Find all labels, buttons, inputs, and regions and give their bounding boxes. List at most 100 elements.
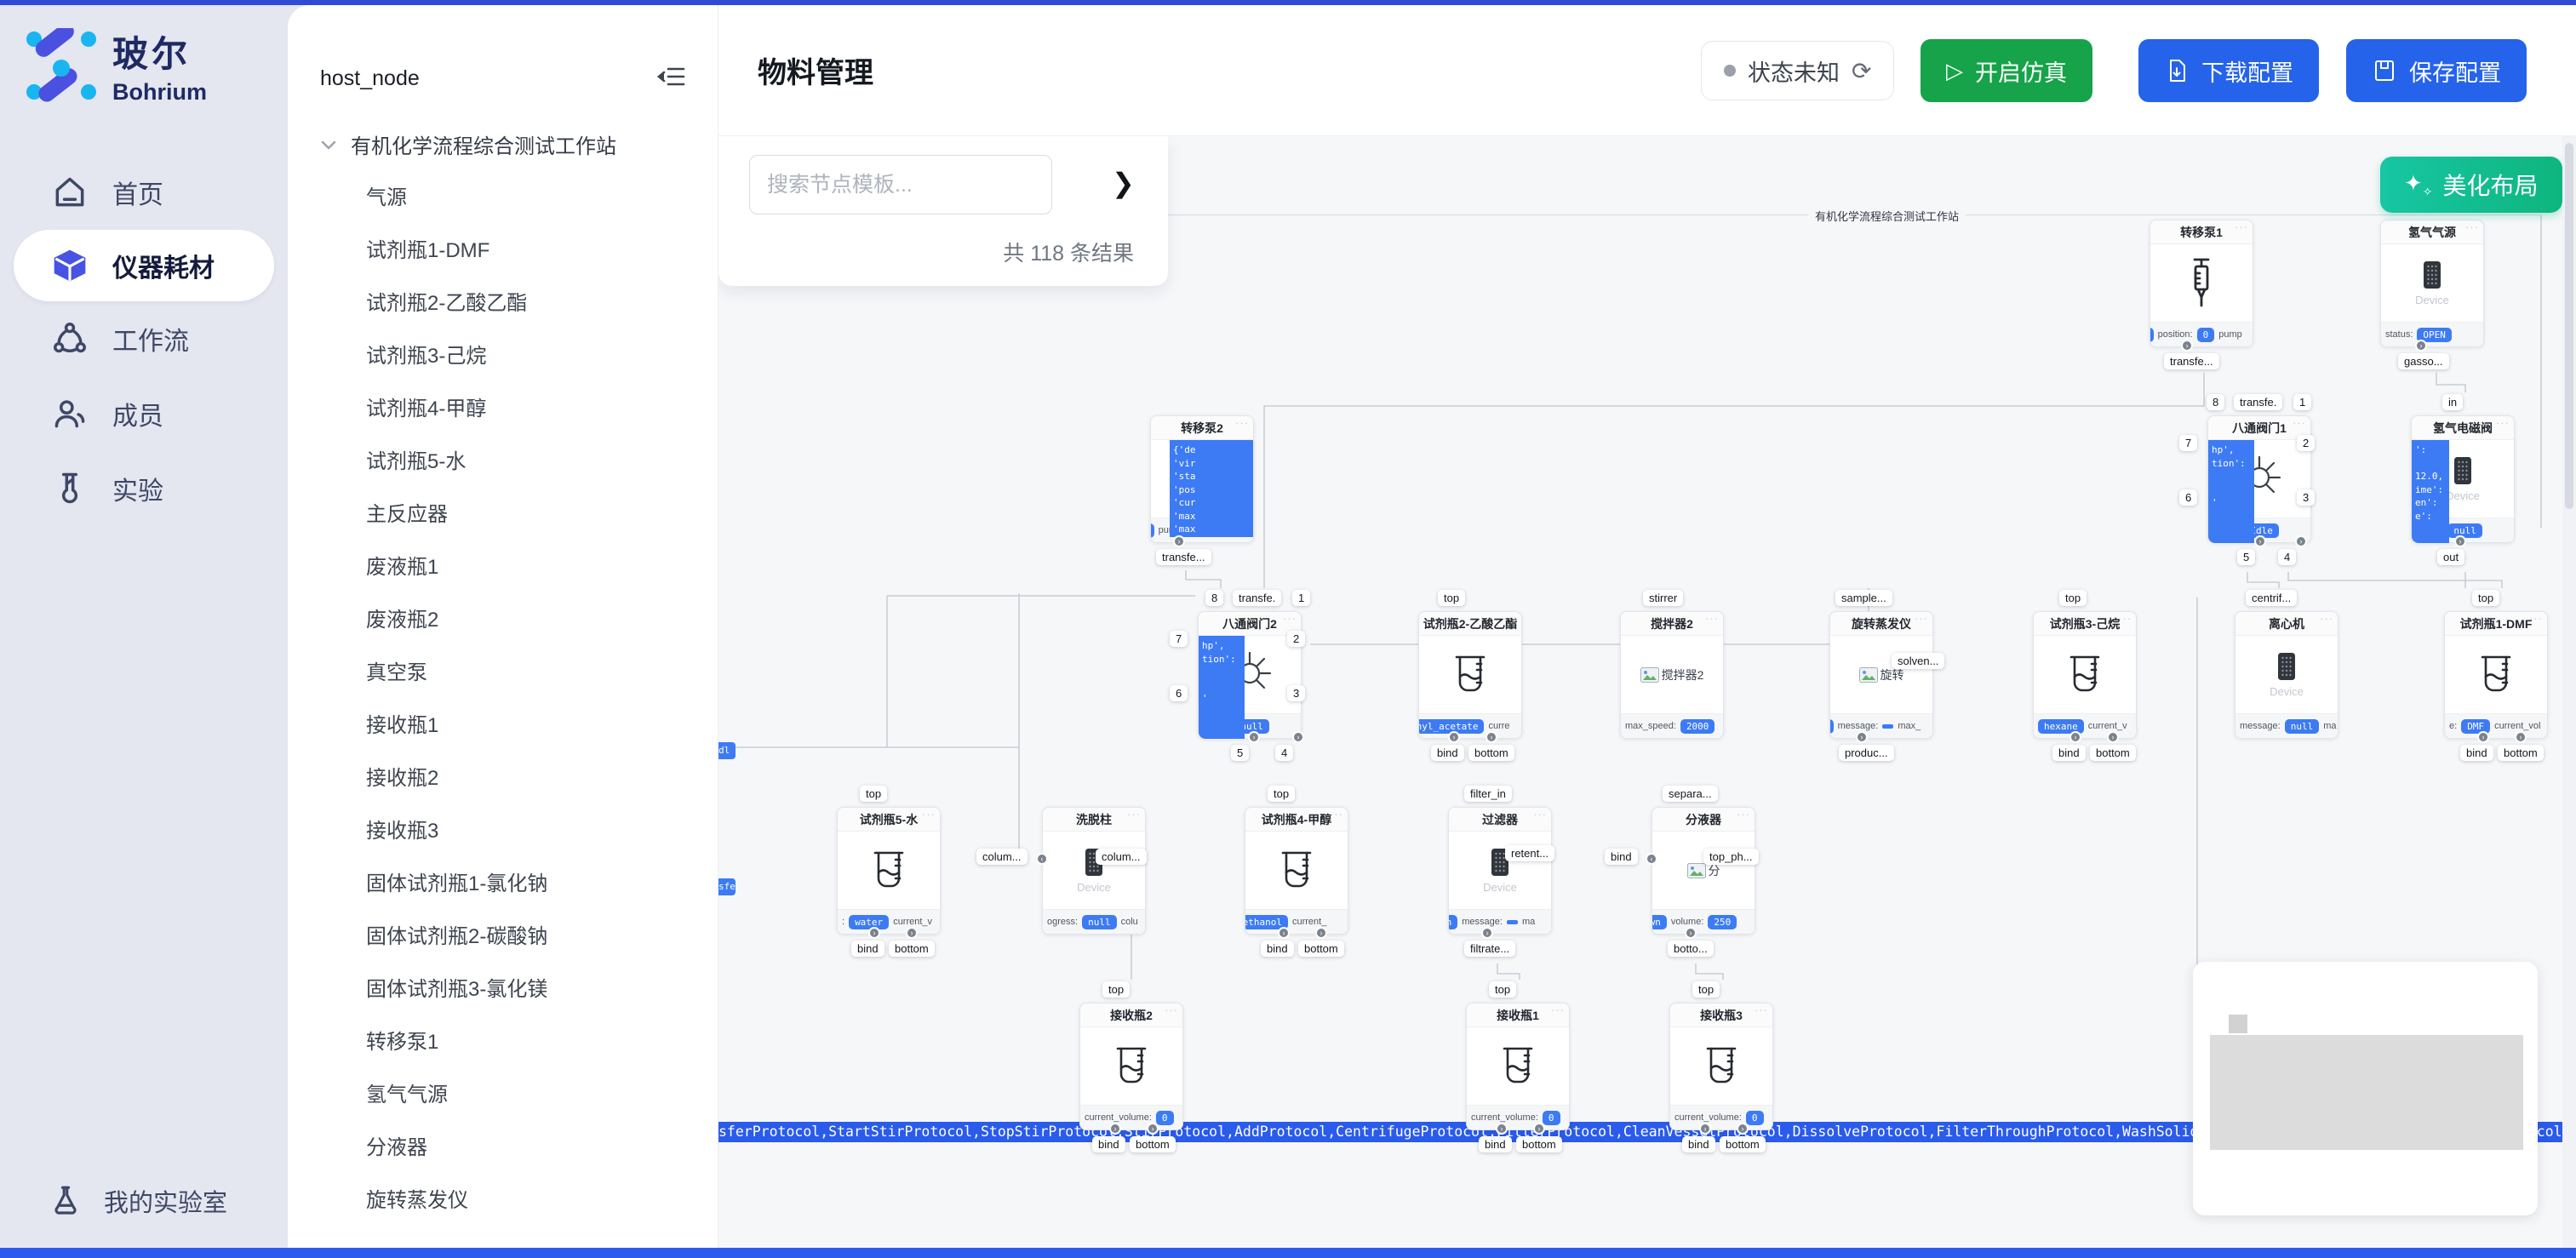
tree-item[interactable]: 氢气气源 xyxy=(366,1069,707,1122)
port-chip-botto[interactable]: botto... xyxy=(1668,941,1714,957)
node-menu-icon[interactable]: ··· xyxy=(922,808,936,821)
port-chip-separa[interactable]: separa... xyxy=(1663,786,1718,802)
tree-item[interactable]: 固体试剂瓶2-碳酸钠 xyxy=(366,911,707,964)
port-handle-icon[interactable]: › xyxy=(2295,535,2307,547)
tree-item[interactable]: 分液器 xyxy=(366,1122,707,1175)
node-header[interactable]: 转移泵1··· xyxy=(2150,220,2253,244)
port-chip-bottom[interactable]: bottom xyxy=(1130,1136,1176,1152)
port-handle-icon[interactable]: › xyxy=(1315,927,1327,939)
tree-item[interactable]: 废液瓶1 xyxy=(366,541,707,594)
port-handle-icon[interactable]: › xyxy=(906,927,918,939)
node-header[interactable]: 转移泵2··· xyxy=(1151,416,1253,440)
port-handle-icon[interactable]: › xyxy=(1278,927,1290,939)
port-chip-bind[interactable]: bind xyxy=(2460,745,2493,761)
tree-item[interactable]: 主反应器 xyxy=(366,489,707,541)
node-receiver-bottle-1[interactable]: 接收瓶1···current_volume:0topbind›bottom› xyxy=(1466,1003,1570,1130)
port-chip-5[interactable]: 5 xyxy=(1231,745,1249,761)
port-chip-bind[interactable]: bind xyxy=(1605,849,1638,865)
port-chip-bottom[interactable]: bottom xyxy=(2090,745,2136,761)
port-handle-icon[interactable]: › xyxy=(1248,731,1260,743)
port-chip-transfe[interactable]: transfe. xyxy=(2234,394,2282,410)
node-elution-column[interactable]: 洗脱柱···Deviceogress:nullcolucolum...‹colu… xyxy=(1042,807,1146,935)
port-chip-solven[interactable]: solven... xyxy=(1892,653,1944,669)
port-chip-2[interactable]: 2 xyxy=(1287,631,1305,647)
port-chip-2[interactable]: 2 xyxy=(2297,435,2315,451)
tree-item[interactable]: 真空泵 xyxy=(366,647,707,700)
node-menu-icon[interactable]: ··· xyxy=(2320,612,2333,625)
port-chip-top[interactable]: top xyxy=(2472,590,2499,606)
sidebar-item-home[interactable]: 首页 xyxy=(0,155,288,230)
port-chip-7[interactable]: 7 xyxy=(2179,435,2197,451)
tree-item[interactable]: 固体试剂瓶3-氯化镁 xyxy=(366,964,707,1016)
node-header[interactable]: 试剂瓶4-甲醇··· xyxy=(1245,808,1348,832)
port-chip-topph[interactable]: top_ph... xyxy=(1703,849,1759,865)
node-receiver-bottle-2[interactable]: 接收瓶2···current_volume:0topbind›bottom› xyxy=(1079,1003,1183,1130)
collapse-panel-icon[interactable] xyxy=(656,60,690,94)
node-header[interactable]: 旋转蒸发仪··· xyxy=(1830,612,1932,636)
port-handle-icon[interactable]: › xyxy=(2454,535,2466,547)
port-handle-icon[interactable]: › xyxy=(868,927,880,939)
port-chip-produc[interactable]: produc... xyxy=(1839,745,1894,761)
port-chip-top[interactable]: top xyxy=(2059,590,2087,606)
node-menu-icon[interactable]: ··· xyxy=(2529,612,2543,625)
port-chip-7[interactable]: 7 xyxy=(1170,631,1188,647)
node-header[interactable]: 过滤器··· xyxy=(1449,808,1551,832)
port-chip-bind[interactable]: bind xyxy=(851,941,884,957)
port-chip-1[interactable]: 1 xyxy=(1292,590,1310,606)
port-handle-icon[interactable]: › xyxy=(1485,731,1497,743)
port-handle-icon[interactable]: › xyxy=(2107,731,2119,743)
port-chip-top[interactable]: top xyxy=(860,786,887,802)
port-chip-colum[interactable]: colum... xyxy=(1096,849,1147,865)
search-expand-icon[interactable]: ❯ xyxy=(1112,167,1135,199)
node-centrifuge[interactable]: 离心机···Devicemessage:nullmacentrif... xyxy=(2235,611,2338,739)
port-handle-icon[interactable]: › xyxy=(2515,731,2527,743)
port-chip-top[interactable]: top xyxy=(1102,981,1130,998)
port-chip-4[interactable]: 4 xyxy=(2278,549,2296,565)
port-handle-icon[interactable]: › xyxy=(1109,1123,1121,1135)
port-handle-icon[interactable]: › xyxy=(1481,927,1493,939)
node-header[interactable]: 氢气电磁阀··· xyxy=(2412,416,2514,440)
port-chip-top[interactable]: top xyxy=(1438,590,1465,606)
port-chip-transfe[interactable]: transfe... xyxy=(1156,549,1211,565)
port-handle-icon[interactable]: › xyxy=(1737,1123,1749,1135)
node-header[interactable]: 接收瓶2··· xyxy=(1080,1004,1182,1027)
sidebar-item-experiment[interactable]: 实验 xyxy=(0,451,288,526)
status-badge[interactable]: 状态未知 ⟳ xyxy=(1701,41,1894,100)
node-separator[interactable]: 分液器···分ownvolume:250separa...bind‹top_ph… xyxy=(1652,807,1755,935)
port-handle-icon[interactable]: › xyxy=(1856,731,1868,743)
port-handle-icon[interactable]: › xyxy=(1685,927,1697,939)
tree-item[interactable]: 试剂瓶4-甲醇 xyxy=(366,383,707,436)
node-transfer-pump-2[interactable]: 转移泵2···0pump_info:{'de 'vir 'sta 'pos 'c… xyxy=(1150,415,1254,543)
port-chip-filterin[interactable]: filter_in xyxy=(1464,786,1512,802)
node-menu-icon[interactable]: ··· xyxy=(1127,808,1141,821)
port-chip-top[interactable]: top xyxy=(1268,786,1295,802)
port-chip-sample[interactable]: sample... xyxy=(1835,590,1892,606)
tree-item[interactable]: 接收瓶1 xyxy=(366,700,707,752)
tree-item[interactable]: 转移泵1 xyxy=(366,1016,707,1069)
sidebar-item-cube[interactable]: 仪器耗材 xyxy=(14,230,274,301)
port-chip-gasso[interactable]: gasso... xyxy=(2398,353,2449,369)
node-reagent-bottle-3[interactable]: 试剂瓶3-己烷···hexanecurrent_vtopbind›bottom› xyxy=(2033,611,2137,739)
port-chip-stirrer[interactable]: stirrer xyxy=(1643,590,1683,606)
refresh-icon[interactable]: ⟳ xyxy=(1852,57,1871,85)
tree-group-workstation[interactable]: 有机化学流程综合测试工作站 xyxy=(318,129,616,159)
port-chip-3[interactable]: 3 xyxy=(1287,685,1305,701)
tree-item[interactable]: 试剂瓶1-DMF xyxy=(366,225,707,277)
port-chip-top[interactable]: top xyxy=(1692,981,1720,998)
node-filter[interactable]: 过滤器···Devicewnmessage:mafilter_inretent.… xyxy=(1448,807,1552,935)
port-handle-icon[interactable]: › xyxy=(1533,1123,1545,1135)
scrollbar-thumb[interactable] xyxy=(2565,143,2573,509)
node-menu-icon[interactable]: ··· xyxy=(1235,416,1249,429)
save-config-button[interactable]: 保存配置 xyxy=(2346,39,2527,102)
node-reagent-bottle-5[interactable]: 试剂瓶5-水···:watercurrent_vtopbind›bottom› xyxy=(837,807,941,935)
port-chip-bottom[interactable]: bottom xyxy=(889,941,935,957)
node-header[interactable]: 分液器··· xyxy=(1652,808,1755,832)
node-reagent-bottle-2[interactable]: 试剂瓶2-乙酸乙酯···thyl_acetatecurretopbind›bot… xyxy=(1418,611,1522,739)
beautify-layout-button[interactable]: ✦✧ 美化布局 xyxy=(2380,157,2562,213)
port-chip-in[interactable]: in xyxy=(2442,394,2463,410)
node-menu-icon[interactable]: ··· xyxy=(1915,612,1928,625)
port-chip-top[interactable]: top xyxy=(1489,981,1516,998)
port-handle-icon[interactable]: › xyxy=(1173,535,1185,547)
node-menu-icon[interactable]: ··· xyxy=(1165,1004,1178,1016)
node-transfer-pump-1[interactable]: 转移泵1···0position:0pumptransfe...› xyxy=(2150,220,2253,347)
